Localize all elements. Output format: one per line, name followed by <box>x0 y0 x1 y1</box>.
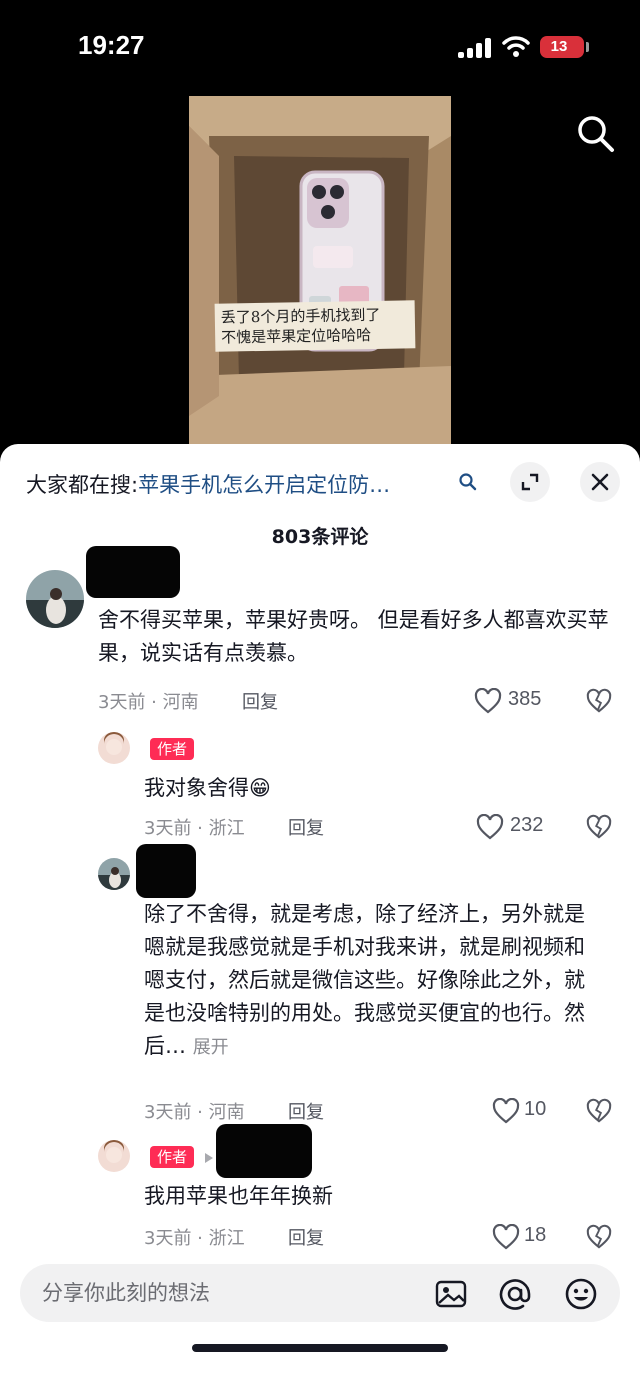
comment-text: 我对象舍得😁 <box>144 776 271 800</box>
avatar[interactable] <box>98 1140 130 1172</box>
dislike-icon[interactable] <box>586 1224 612 1250</box>
comment-text: 我用苹果也年年换新 <box>144 1184 333 1208</box>
comment-input-placeholder: 分享你此刻的想法 <box>42 1281 210 1305</box>
search-icon[interactable] <box>574 112 616 154</box>
avatar[interactable] <box>98 858 130 890</box>
comment-body: 除了不舍得，就是考虑，除了经济上，另外就是嗯就是我感觉就是手机对我来讲，就是刷视… <box>144 902 585 1058</box>
wifi-icon <box>502 36 530 57</box>
expand-comment-link[interactable]: 展开 <box>193 1037 229 1058</box>
comment-input[interactable]: 分享你此刻的想法 <box>20 1264 620 1322</box>
battery-level: 13 <box>550 38 568 55</box>
like-count: 18 <box>524 1224 547 1246</box>
close-icon <box>591 473 609 491</box>
avatar[interactable] <box>26 570 84 628</box>
status-bar: 19:27 13 <box>0 0 640 96</box>
heart-icon <box>474 688 502 714</box>
like-button[interactable]: 10 <box>492 1096 558 1126</box>
like-count: 10 <box>524 1098 547 1120</box>
reply-button[interactable]: 回复 <box>242 688 278 714</box>
video-frame[interactable]: 丢了8个月的手机找到了 不愧是苹果定位哈哈哈 <box>189 96 451 448</box>
search-icon[interactable] <box>458 472 478 492</box>
comment-sheet: 大家都在搜:苹果手机怎么开启定位防… 803条评论 舍不得买苹果，苹果好贵呀。 … <box>0 444 640 1387</box>
comment-time-location: 3天前 · 浙江 <box>144 818 245 839</box>
reply-arrow-icon <box>205 1153 213 1163</box>
comment-time-location: 3天前 · 浙江 <box>144 1228 245 1249</box>
username-redacted <box>86 546 180 598</box>
battery-tip <box>586 42 589 52</box>
reply-button[interactable]: 回复 <box>288 814 324 840</box>
hot-search-prefix: 大家都在搜: <box>26 473 139 497</box>
like-button[interactable]: 18 <box>492 1222 558 1252</box>
video-caption-line2: 不愧是苹果定位哈哈哈 <box>221 326 372 347</box>
heart-icon <box>476 814 504 840</box>
expand-button[interactable] <box>510 462 550 502</box>
like-button[interactable]: 232 <box>476 812 556 842</box>
heart-icon <box>492 1224 520 1250</box>
cellular-signal-icon <box>458 38 492 58</box>
close-button[interactable] <box>580 462 620 502</box>
username-redacted <box>136 844 196 898</box>
video-caption: 丢了8个月的手机找到了 不愧是苹果定位哈哈哈 <box>214 300 416 352</box>
dislike-icon[interactable] <box>586 1098 612 1124</box>
status-time: 19:27 <box>78 30 145 60</box>
video-image <box>189 96 451 448</box>
like-count: 385 <box>508 688 542 710</box>
dislike-icon[interactable] <box>586 688 612 714</box>
expand-icon <box>521 473 539 491</box>
hot-search-link[interactable]: 大家都在搜:苹果手机怎么开启定位防… <box>26 468 486 502</box>
reply-button[interactable]: 回复 <box>288 1098 324 1124</box>
like-count: 232 <box>510 814 544 836</box>
home-indicator <box>192 1344 448 1352</box>
heart-icon <box>492 1098 520 1124</box>
like-button[interactable]: 385 <box>474 686 554 716</box>
dislike-icon[interactable] <box>586 814 612 840</box>
author-badge: 作者 <box>150 738 195 760</box>
comment-time-location: 3天前 · 河南 <box>144 1102 245 1123</box>
mention-icon[interactable] <box>498 1277 532 1311</box>
emoji-icon[interactable] <box>564 1277 598 1311</box>
comment-text: 舍不得买苹果，苹果好贵呀。 但是看好多人都喜欢买苹果，说实话有点羡慕。 <box>98 608 609 665</box>
comment-time-location: 3天前 · 河南 <box>98 692 199 713</box>
comment-count: 803条评论 <box>271 526 369 548</box>
comment-text: 除了不舍得，就是考虑，除了经济上，另外就是嗯就是我感觉就是手机对我来讲，就是刷视… <box>144 898 604 1064</box>
image-icon[interactable] <box>434 1277 468 1311</box>
reply-button[interactable]: 回复 <box>288 1224 324 1250</box>
hot-search-query: 苹果手机怎么开启定位防… <box>138 473 391 497</box>
author-badge: 作者 <box>150 1146 195 1168</box>
username-redacted <box>216 1124 312 1178</box>
battery-icon: 13 <box>540 36 584 58</box>
avatar[interactable] <box>98 732 130 764</box>
